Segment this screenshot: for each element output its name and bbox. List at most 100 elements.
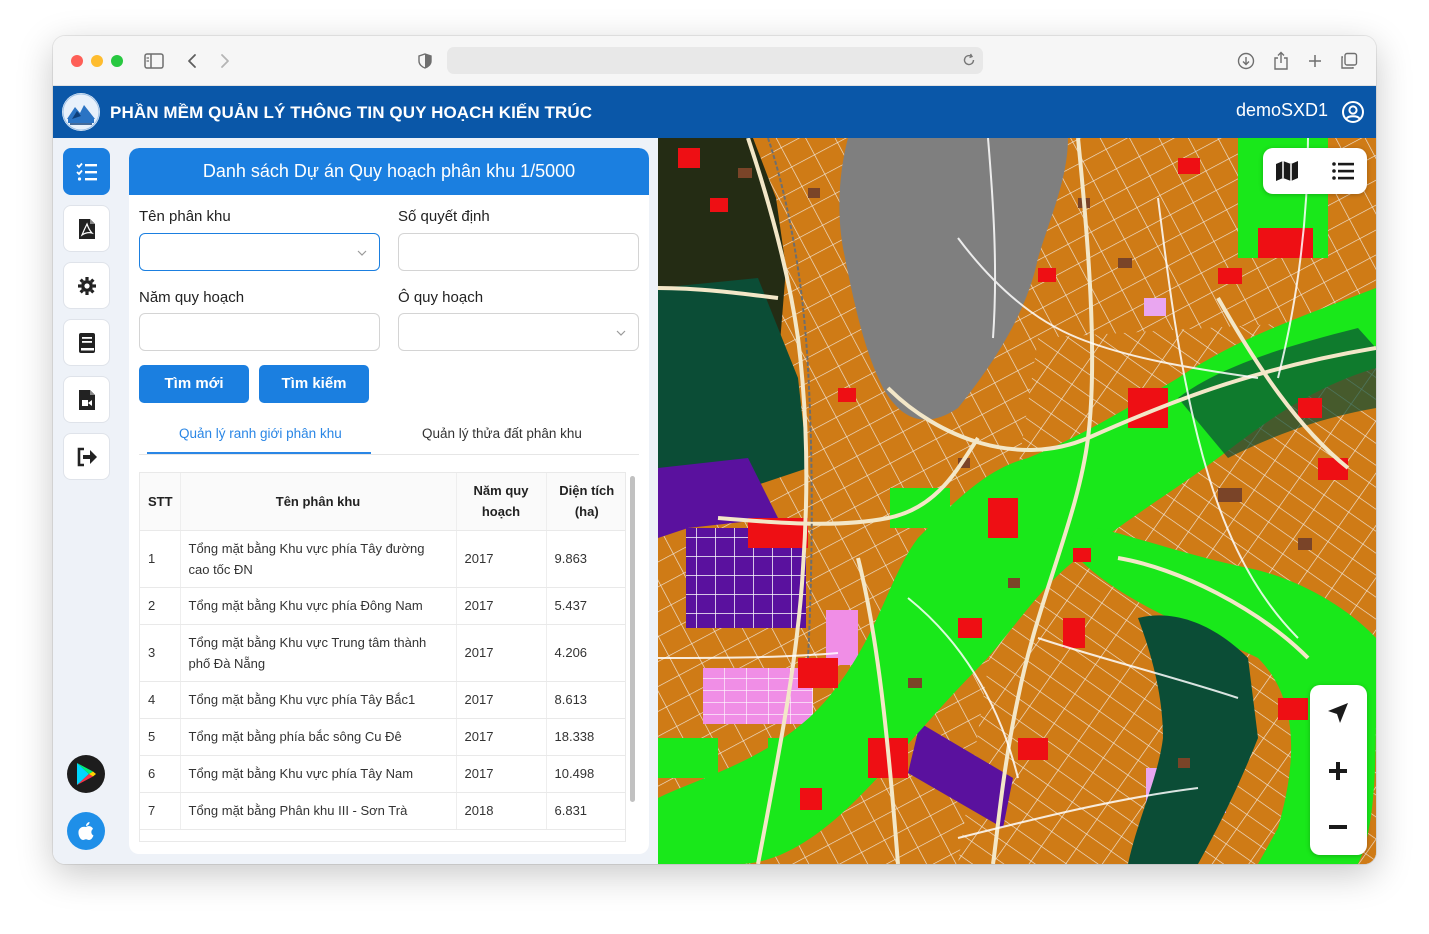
- pdf-file-icon: [78, 218, 95, 239]
- cell-name: Tổng mặt bằng Phân khu III - Sơn Trà: [180, 792, 457, 830]
- address-bar[interactable]: [447, 47, 983, 74]
- cell-name: Tổng mặt bằng Khu vực phía Tây Nam: [180, 755, 457, 793]
- username-label[interactable]: demoSXD1: [1236, 100, 1328, 121]
- col-year[interactable]: Năm quy hoạch: [456, 473, 547, 531]
- cell-stt: 4: [140, 681, 181, 719]
- sidebar-item-pdf[interactable]: [63, 205, 110, 252]
- left-sidebar: [53, 138, 119, 864]
- cell-area: 5.437: [546, 587, 625, 625]
- cell-name: Tổng mặt bằng phía bắc sông Cu Đê: [180, 718, 457, 756]
- map-layer-toggle: [1263, 148, 1367, 194]
- zoom-out-icon[interactable]: [1326, 815, 1350, 839]
- table-row[interactable]: 5 Tổng mặt bằng phía bắc sông Cu Đê 2017…: [140, 718, 625, 756]
- project-table: STT Tên phân khu Năm quy hoạch Diện tích(…: [139, 472, 626, 842]
- project-list-panel: Danh sách Dự án Quy hoạch phân khu 1/500…: [129, 148, 649, 854]
- book-icon: [78, 332, 95, 353]
- browser-window: PHẦN MỀM QUẢN LÝ THÔNG TIN QUY HOẠCH KIẾ…: [53, 36, 1376, 864]
- col-area[interactable]: Diện tích (ha): [546, 473, 625, 531]
- cell-area: 18.338: [546, 718, 625, 756]
- table-header-row: STT Tên phân khu Năm quy hoạch Diện tích(…: [140, 473, 625, 531]
- table-row[interactable]: 3 Tổng mặt bằng Khu vực Trung tâm thành …: [140, 624, 625, 682]
- tab-ranh-gioi[interactable]: Quản lý ranh giới phân khu: [179, 426, 342, 441]
- panel-container: Danh sách Dự án Quy hoạch phân khu 1/500…: [119, 138, 658, 864]
- cell-name: Tổng mặt bằng Khu vực phía Tây Bắc1: [180, 681, 457, 719]
- map-icon[interactable]: [1275, 159, 1299, 183]
- layer-list-icon[interactable]: [1331, 159, 1355, 183]
- back-icon[interactable]: [180, 49, 204, 73]
- cell-area: 9.863: [546, 530, 625, 588]
- sidebar-item-logout[interactable]: [63, 433, 110, 480]
- cell-year: 2018: [456, 792, 547, 830]
- col-stt[interactable]: STT: [140, 473, 181, 531]
- cell-name: Tổng mặt bằng Khu vực phía Tây đường cao…: [180, 530, 457, 588]
- nam-quy-hoach-input[interactable]: [139, 313, 380, 351]
- download-icon[interactable]: [1234, 49, 1258, 73]
- cell-area: 6.831: [546, 792, 625, 830]
- cell-year: 2017: [456, 624, 547, 682]
- cell-year: 2017: [456, 718, 547, 756]
- reset-button[interactable]: Tìm mới: [139, 365, 249, 403]
- sidebar-item-guide[interactable]: [63, 319, 110, 366]
- table-row[interactable]: 4 Tổng mặt bằng Khu vực phía Tây Bắc1 20…: [140, 681, 625, 719]
- table-row[interactable]: 7 Tổng mặt bằng Phân khu III - Sơn Trà 2…: [140, 792, 625, 830]
- cell-stt: 1: [140, 530, 181, 588]
- sidebar-item-settings[interactable]: [63, 262, 110, 309]
- google-play-icon: [77, 763, 96, 785]
- tab-overview-icon[interactable]: [1337, 49, 1361, 73]
- cell-stt: 3: [140, 624, 181, 682]
- forward-icon[interactable]: [213, 49, 237, 73]
- app-title: PHẦN MỀM QUẢN LÝ THÔNG TIN QUY HOẠCH KIẾ…: [110, 103, 593, 122]
- planning-map[interactable]: [658, 138, 1376, 864]
- nam-quy-hoach-label: Năm quy hoạch: [139, 289, 245, 306]
- map-zoom-controls: [1310, 685, 1367, 855]
- reload-icon[interactable]: [961, 52, 977, 68]
- ten-phan-khu-label: Tên phân khu: [139, 208, 231, 225]
- app-header: PHẦN MỀM QUẢN LÝ THÔNG TIN QUY HOẠCH KIẾ…: [53, 86, 1376, 138]
- app-store-button[interactable]: [67, 812, 105, 850]
- cell-year: 2017: [456, 681, 547, 719]
- google-play-button[interactable]: [67, 755, 105, 793]
- scroll-thumb[interactable]: [630, 476, 635, 802]
- user-account-icon[interactable]: [1341, 100, 1365, 124]
- col-name[interactable]: Tên phân khu: [180, 473, 457, 531]
- tab-thua-dat[interactable]: Quản lý thửa đất phân khu: [422, 426, 582, 441]
- ten-phan-khu-select[interactable]: [139, 233, 380, 271]
- chevron-down-icon: [357, 250, 367, 256]
- video-file-icon: [78, 389, 95, 410]
- cell-area: 10.498: [546, 755, 625, 793]
- cell-stt: 5: [140, 718, 181, 756]
- sidebar-item-video[interactable]: [63, 376, 110, 423]
- table-row[interactable]: 1 Tổng mặt bằng Khu vực phía Tây đường c…: [140, 530, 625, 588]
- tab-divider: [139, 454, 639, 455]
- cell-name: Tổng mặt bằng Khu vực phía Đông Nam: [180, 587, 457, 625]
- cell-year: 2017: [456, 587, 547, 625]
- so-quyet-dinh-label: Số quyết định: [398, 208, 490, 225]
- cell-stt: 7: [140, 792, 181, 830]
- gear-icon: [77, 276, 96, 295]
- cell-area: 8.613: [546, 681, 625, 719]
- zoom-in-icon[interactable]: [1326, 759, 1350, 783]
- land-use-map-canvas[interactable]: [658, 138, 1376, 864]
- shield-icon: [413, 49, 437, 73]
- app-store-icon: [78, 822, 94, 840]
- locate-arrow-icon[interactable]: [1326, 701, 1350, 725]
- o-quy-hoach-label: Ô quy hoạch: [398, 289, 484, 306]
- new-tab-icon[interactable]: [1303, 49, 1327, 73]
- o-quy-hoach-select[interactable]: [398, 313, 639, 351]
- browser-toolbar: [53, 36, 1376, 86]
- sidebar-item-project-list[interactable]: [63, 148, 110, 195]
- maximize-window-button[interactable]: [111, 55, 123, 67]
- cell-stt: 2: [140, 587, 181, 625]
- logout-icon: [77, 447, 97, 466]
- search-button[interactable]: Tìm kiếm: [259, 365, 369, 403]
- table-row[interactable]: 2 Tổng mặt bằng Khu vực phía Đông Nam 20…: [140, 587, 625, 625]
- panel-title: Danh sách Dự án Quy hoạch phân khu 1/500…: [129, 148, 649, 195]
- app-logo: [62, 93, 100, 131]
- table-row[interactable]: 6 Tổng mặt bằng Khu vực phía Tây Nam 201…: [140, 755, 625, 793]
- sidebar-toggle-icon[interactable]: [142, 49, 166, 73]
- so-quyet-dinh-input[interactable]: [398, 233, 639, 271]
- share-icon[interactable]: [1269, 49, 1293, 73]
- minimize-window-button[interactable]: [91, 55, 103, 67]
- close-window-button[interactable]: [71, 55, 83, 67]
- table-scrollbar[interactable]: [628, 472, 638, 842]
